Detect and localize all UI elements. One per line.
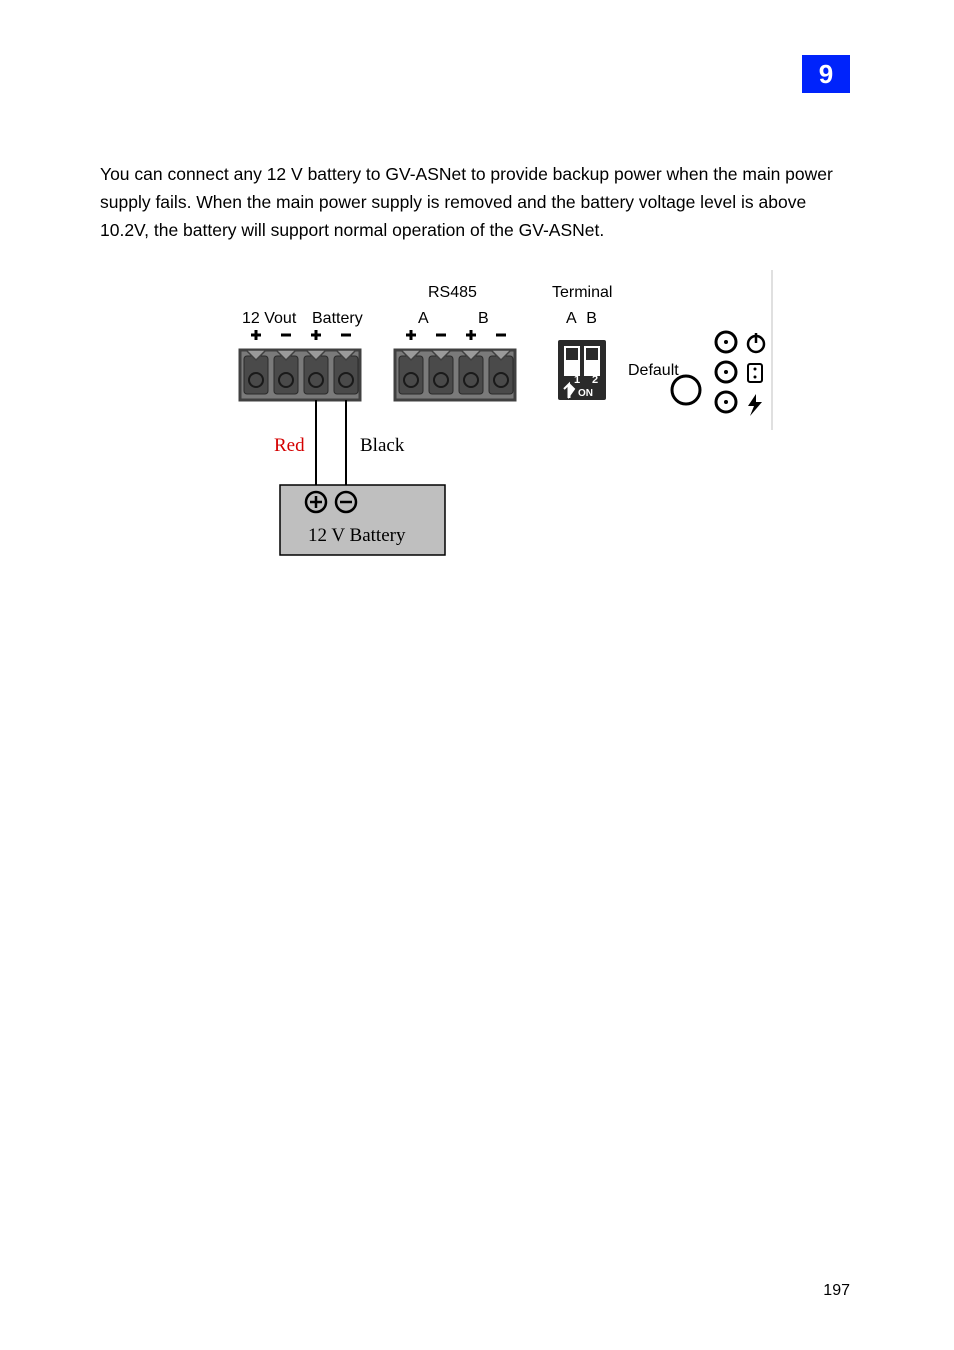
- label-rs485-b: B: [478, 310, 489, 328]
- wiring-diagram: 12 Vout Battery RS485 A B Terminal A B 1…: [220, 270, 780, 570]
- label-default: Default: [628, 362, 679, 380]
- label-black-wire: Black: [360, 435, 404, 457]
- label-battery-hdr: Battery: [312, 310, 363, 328]
- label-dip1: 1: [574, 374, 580, 386]
- label-12vout: 12 Vout: [242, 310, 296, 328]
- label-terminal-ab: A B: [566, 310, 600, 328]
- label-rs485: RS485: [428, 284, 477, 302]
- label-dip2: 2: [592, 374, 598, 386]
- label-terminal: Terminal: [552, 284, 612, 302]
- label-rs485-a: A: [418, 310, 429, 328]
- label-dip-on: ON: [578, 388, 593, 399]
- chapter-badge: 9: [802, 55, 850, 93]
- label-battery-box: 12 V Battery: [308, 525, 405, 547]
- chapter-number: 9: [819, 59, 833, 90]
- body-paragraph: You can connect any 12 V battery to GV-A…: [100, 160, 854, 244]
- label-red-wire: Red: [274, 435, 305, 457]
- page-number: 197: [823, 1282, 850, 1300]
